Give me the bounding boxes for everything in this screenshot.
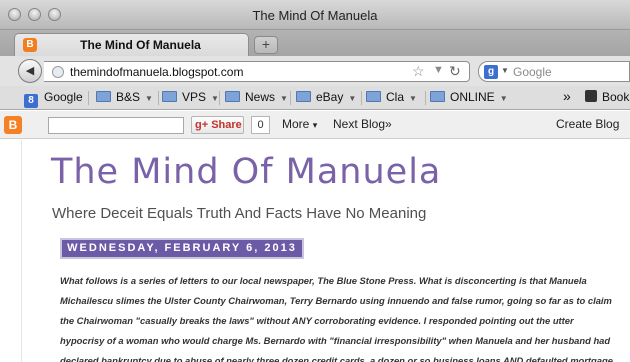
bookmark-separator	[88, 91, 89, 105]
bookmark-folder-vps[interactable]: VPS ▼	[162, 90, 219, 106]
google-plus-share-button[interactable]: g+ Share	[191, 116, 244, 134]
bookmark-star-icon[interactable]: ☆	[412, 63, 425, 80]
chevron-down-icon: ▾	[312, 120, 318, 130]
post-body: What follows is a series of letters to o…	[60, 271, 630, 362]
blogger-navbar: B g+ Share 0 More ▾ Next Blog» Create Bl…	[0, 111, 630, 139]
bookmark-separator	[219, 91, 220, 105]
folder-icon	[296, 91, 311, 102]
blogger-logo-icon[interactable]: B	[4, 116, 22, 134]
address-bar[interactable]: themindofmanuela.blogspot.com ☆ ▼ ↻	[44, 61, 470, 82]
bookmarks-menu-button[interactable]: Book	[585, 90, 629, 106]
folder-icon	[366, 91, 381, 102]
bookmark-folder-bs[interactable]: B&S ▼	[96, 90, 153, 106]
navigation-bar: ◀ themindofmanuela.blogspot.com ☆ ▼ ↻ g …	[0, 56, 630, 86]
post-line: declared bankruptcy due to abuse of near…	[60, 355, 616, 362]
bookmark-google[interactable]: 8 Google	[24, 90, 83, 108]
bookmark-separator	[425, 91, 426, 105]
tab-title: The Mind Of Manuela	[80, 38, 201, 52]
next-blog-link[interactable]: Next Blog»	[333, 117, 392, 131]
content-divider	[21, 140, 22, 362]
chevron-down-icon: ▼	[145, 94, 153, 103]
date-header: WEDNESDAY, FEBRUARY 6, 2013	[60, 238, 304, 259]
chevron-down-icon: ▼	[348, 94, 357, 103]
blog-title[interactable]: The Mind Of Manuela	[51, 152, 441, 192]
bookmarks-overflow-button[interactable]: »	[563, 88, 571, 104]
title-bar: The Mind Of Manuela	[0, 0, 630, 30]
blog-search-input[interactable]	[48, 117, 184, 134]
tab-bar: B The Mind Of Manuela +	[0, 30, 630, 56]
share-count: 0	[251, 116, 270, 134]
search-placeholder[interactable]: Google	[513, 65, 552, 79]
tab-active[interactable]: B The Mind Of Manuela	[14, 33, 249, 56]
bookmark-folder-news[interactable]: News ▼	[225, 90, 288, 106]
folder-icon	[96, 91, 111, 102]
post-line: the Chairwoman "casually breaks the laws…	[60, 315, 574, 326]
browser-window: The Mind Of Manuela B The Mind Of Manuel…	[0, 0, 630, 362]
bookmark-folder-online[interactable]: ONLINE ▼	[430, 90, 508, 106]
post-line: hypocrisy of a woman who would charge Ms…	[60, 335, 611, 346]
bookmarks-bar: 8 Google B&S ▼ VPS ▼ News ▼ eBay ▼ Cla ▼ ONLIN…	[0, 86, 630, 110]
search-box[interactable]: g ▼ Google	[478, 61, 630, 82]
bookmarks-book-icon	[585, 90, 597, 102]
globe-icon	[52, 66, 64, 78]
bookmark-folder-ebay[interactable]: eBay ▼	[296, 90, 356, 106]
post-line: What follows is a series of letters to o…	[60, 275, 587, 286]
url-text[interactable]: themindofmanuela.blogspot.com	[70, 65, 243, 79]
chevron-down-icon: ▼	[499, 94, 508, 103]
back-button[interactable]: ◀	[18, 59, 42, 83]
blogger-icon: B	[23, 38, 37, 52]
chevron-down-icon: ▼	[211, 94, 219, 103]
bookmark-separator	[158, 91, 159, 105]
folder-icon	[430, 91, 445, 102]
create-blog-link[interactable]: Create Blog	[556, 117, 619, 131]
new-tab-button[interactable]: +	[254, 36, 278, 54]
more-menu-button[interactable]: More ▾	[282, 117, 317, 131]
chevron-down-icon: ▼	[409, 94, 417, 103]
bookmark-separator	[290, 91, 291, 105]
bookmark-folder-cla[interactable]: Cla ▼	[366, 90, 417, 106]
folder-icon	[225, 91, 240, 102]
search-engine-dropdown-icon[interactable]: ▼	[501, 66, 509, 75]
window-title: The Mind Of Manuela	[252, 8, 378, 23]
folder-icon	[162, 91, 177, 102]
google-plus-icon: g+	[195, 119, 209, 131]
post-line: Michailescu slimes the Ulster County Cha…	[60, 295, 612, 306]
blog-description: Where Deceit Equals Truth And Facts Have…	[52, 205, 427, 222]
page-content: The Mind Of Manuela Where Deceit Equals …	[0, 140, 630, 362]
history-dropdown-icon[interactable]: ▼	[433, 64, 444, 76]
google-search-engine-icon[interactable]: g	[484, 65, 498, 79]
google-icon: 8	[24, 94, 38, 108]
chevron-down-icon: ▼	[280, 94, 288, 103]
bookmark-separator	[361, 91, 362, 105]
reload-icon[interactable]: ↻	[449, 63, 461, 80]
